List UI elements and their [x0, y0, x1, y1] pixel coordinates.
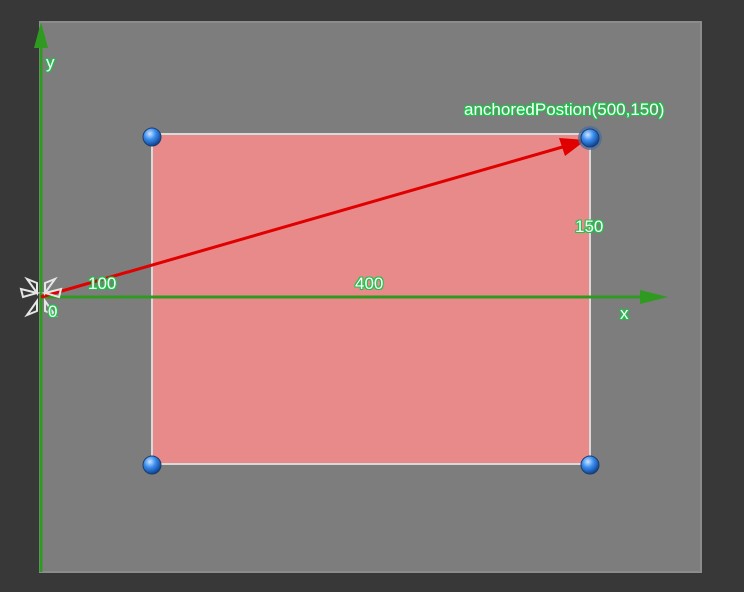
- y-axis-label: y: [46, 53, 55, 72]
- anchor-handle-top-right[interactable]: [578, 126, 602, 150]
- x-axis-label: x: [620, 304, 629, 323]
- origin-label: 0: [48, 302, 58, 321]
- offset-x-label: 100: [88, 274, 117, 293]
- child-rect[interactable]: [151, 133, 591, 465]
- anchored-position-label: anchoredPostion(500,150): [464, 100, 665, 119]
- anchor-handle-bottom-left[interactable]: [142, 455, 162, 475]
- anchor-handle-top-left[interactable]: [142, 127, 162, 147]
- width-label: 400: [355, 274, 384, 293]
- anchor-handle-bottom-right[interactable]: [580, 455, 600, 475]
- offset-y-label: 150: [575, 217, 604, 236]
- diagram-canvas: [19, 21, 702, 573]
